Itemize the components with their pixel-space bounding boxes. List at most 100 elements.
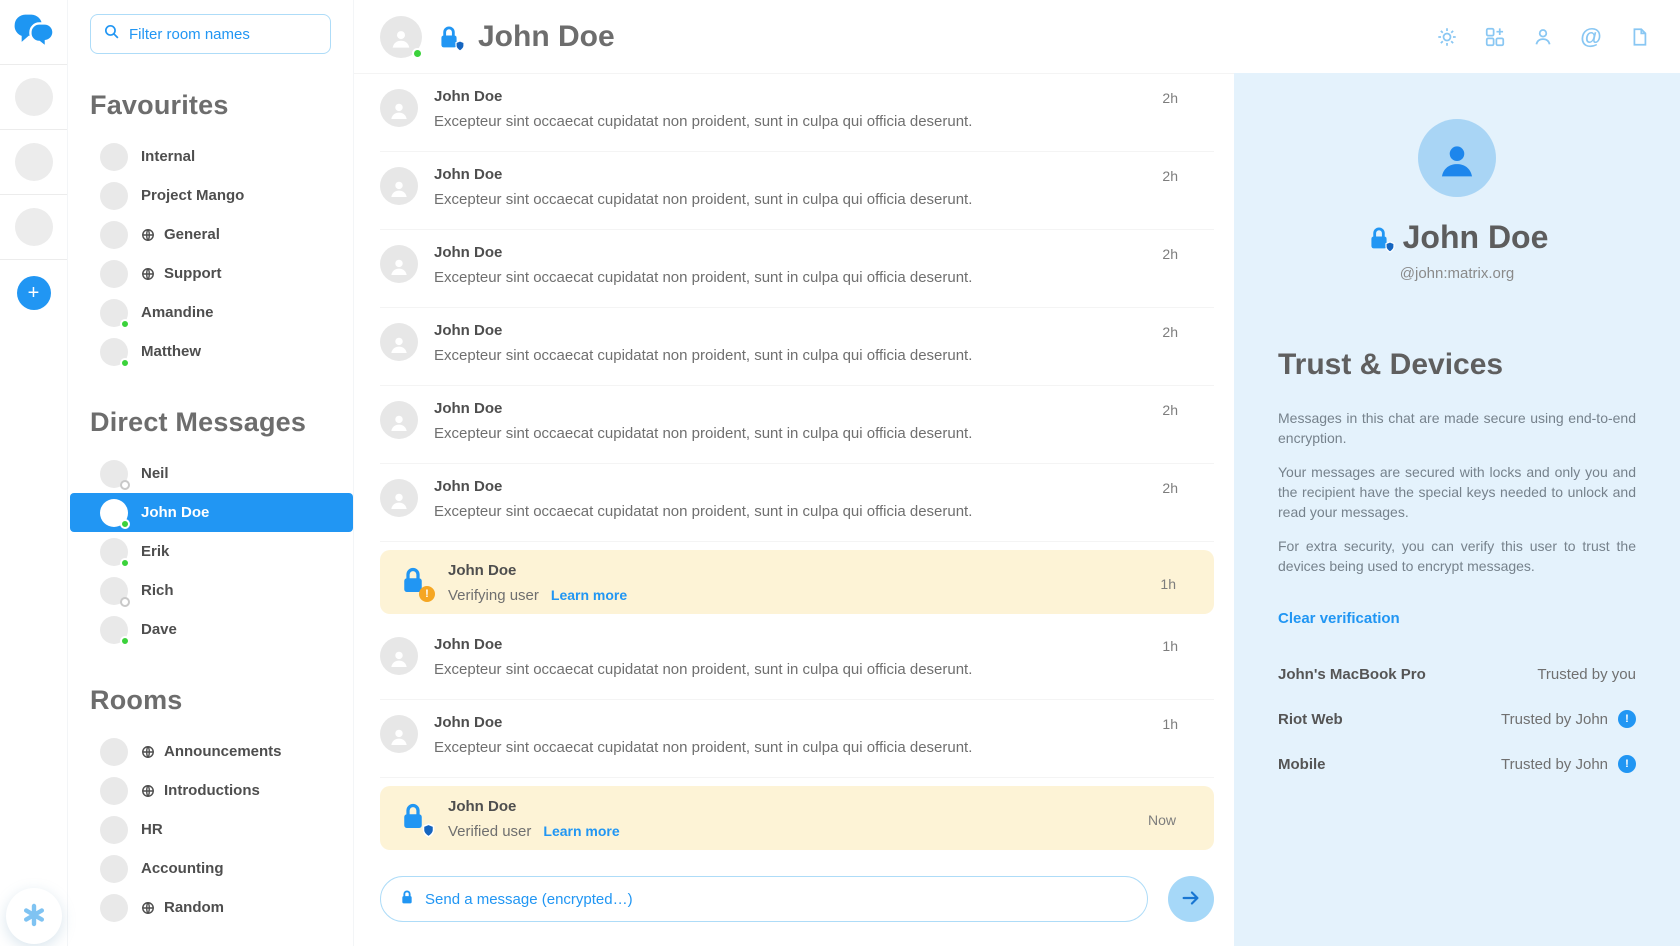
app-logo-icon[interactable] <box>12 12 56 52</box>
warning-badge: ! <box>419 586 435 602</box>
message-input[interactable] <box>425 891 1129 908</box>
add-widget-icon[interactable] <box>1484 26 1506 48</box>
arrow-right-icon <box>1180 887 1202 912</box>
sidebar-item-label: Accounting <box>141 860 224 877</box>
avatar <box>380 245 418 283</box>
presence-dot <box>120 636 130 646</box>
clear-verification-link[interactable]: Clear verification <box>1278 610 1400 627</box>
presence-dot <box>120 519 130 529</box>
avatar <box>380 715 418 753</box>
settings-button[interactable] <box>6 888 62 944</box>
encryption-description: Messages in this chat are made secure us… <box>1278 408 1636 576</box>
device-info-icon[interactable]: ! <box>1618 755 1636 773</box>
device-info-icon[interactable]: ! <box>1618 710 1636 728</box>
avatar <box>100 460 128 488</box>
sidebar-item-label: Introductions <box>164 782 260 799</box>
avatar <box>380 479 418 517</box>
verification-status-text: Verified user <box>448 823 531 840</box>
settings-flower-icon <box>22 903 46 930</box>
message-sender: John Doe <box>448 798 1132 815</box>
message-sender: John Doe <box>434 322 1146 339</box>
message-input-wrap <box>380 876 1148 922</box>
section-heading-direct-messages: Direct Messages <box>90 407 331 438</box>
chat-header: John Doe @ <box>354 0 1680 73</box>
sidebar-item-rich[interactable]: Rich <box>90 571 331 610</box>
message-text: Excepteur sint occaecat cupidatat non pr… <box>434 191 1146 208</box>
message-text: Excepteur sint occaecat cupidatat non pr… <box>434 503 1146 520</box>
avatar <box>100 816 128 844</box>
verification-status-text: Verifying user <box>448 587 539 604</box>
member-avatar <box>1418 119 1496 197</box>
sidebar-item-matthew[interactable]: Matthew <box>90 332 331 371</box>
learn-more-link[interactable]: Learn more <box>543 823 619 839</box>
room-filter-input[interactable] <box>129 26 328 43</box>
message-timestamp: 1h <box>1162 635 1178 654</box>
avatar <box>100 855 128 883</box>
sidebar-item-label: Matthew <box>141 343 201 360</box>
profile-icon[interactable] <box>1532 26 1554 48</box>
message-timestamp: 2h <box>1162 477 1178 496</box>
sidebar-item-neil[interactable]: Neil <box>90 454 331 493</box>
sidebar-item-announcements[interactable]: Announcements <box>90 732 331 771</box>
sidebar-item-project-mango[interactable]: Project Mango <box>90 176 331 215</box>
message-timestamp: 2h <box>1162 165 1178 184</box>
encryption-paragraph: Your messages are secured with locks and… <box>1278 462 1636 522</box>
sidebar-item-john-doe[interactable]: John Doe <box>70 493 353 532</box>
main-area: John Doe @ John Doe Excepteur sint occaec… <box>354 0 1680 946</box>
avatar <box>100 143 128 171</box>
message-timestamp: 2h <box>1162 399 1178 418</box>
mention-icon[interactable]: @ <box>1580 26 1602 48</box>
message-sender: John Doe <box>434 244 1146 261</box>
device-trust-status: Trusted by you <box>1537 666 1636 683</box>
presence-dot <box>120 558 130 568</box>
pages-icon[interactable] <box>1628 26 1650 48</box>
avatar <box>100 338 128 366</box>
message-sender: John Doe <box>434 714 1146 731</box>
lock-verified-icon <box>398 801 432 835</box>
sidebar-item-label: Support <box>164 265 222 282</box>
sidebar-item-general[interactable]: General <box>90 215 331 254</box>
header-icon-group: @ <box>1436 26 1650 48</box>
avatar <box>100 260 128 288</box>
message-sender: John Doe <box>434 478 1146 495</box>
rail-divider <box>0 129 67 130</box>
sidebar-item-erik[interactable]: Erik <box>90 532 331 571</box>
sidebar-item-dave[interactable]: Dave <box>90 610 331 649</box>
avatar <box>100 538 128 566</box>
sidebar-item-label: Internal <box>141 148 195 165</box>
message-sender: John Doe <box>434 88 1146 105</box>
rail-avatar[interactable] <box>15 78 53 116</box>
encryption-paragraph: Messages in this chat are made secure us… <box>1278 408 1636 448</box>
rail-avatar[interactable] <box>15 143 53 181</box>
rail-avatar[interactable] <box>15 208 53 246</box>
send-button[interactable] <box>1168 876 1214 922</box>
message-row: John DoeExcepteur sint occaecat cupidata… <box>380 700 1214 778</box>
sidebar-item-support[interactable]: Support <box>90 254 331 293</box>
presence-dot <box>120 480 130 490</box>
message-text: Excepteur sint occaecat cupidatat non pr… <box>434 347 1146 364</box>
room-sidebar: FavouritesInternalProject MangoGeneralSu… <box>68 0 354 946</box>
sidebar-item-label: Project Mango <box>141 187 244 204</box>
presence-dot <box>412 48 423 59</box>
sidebar-item-random[interactable]: Random <box>90 888 331 927</box>
avatar <box>100 777 128 805</box>
sidebar-item-hr[interactable]: HR <box>90 810 331 849</box>
message-text: Excepteur sint occaecat cupidatat non pr… <box>434 425 1146 442</box>
message-list: John Doe Excepteur sint occaecat cupidata… <box>354 73 1234 864</box>
sidebar-item-accounting[interactable]: Accounting <box>90 849 331 888</box>
sidebar-item-amandine[interactable]: Amandine <box>90 293 331 332</box>
device-row: John's MacBook ProTrusted by you <box>1278 666 1636 683</box>
rail-divider <box>0 259 67 260</box>
learn-more-link[interactable]: Learn more <box>551 587 627 603</box>
message-row: John Doe Excepteur sint occaecat cupidata… <box>380 464 1214 542</box>
avatar <box>380 323 418 361</box>
sidebar-item-introductions[interactable]: Introductions <box>90 771 331 810</box>
add-community-button[interactable] <box>17 276 51 310</box>
settings-icon[interactable] <box>1436 26 1458 48</box>
message-sender: John Doe <box>434 400 1146 417</box>
sidebar-item-label: General <box>164 226 220 243</box>
sidebar-item-internal[interactable]: Internal <box>90 137 331 176</box>
message-sender: John Doe <box>448 562 1144 579</box>
sidebar-item-label: HR <box>141 821 163 838</box>
avatar <box>380 637 418 675</box>
